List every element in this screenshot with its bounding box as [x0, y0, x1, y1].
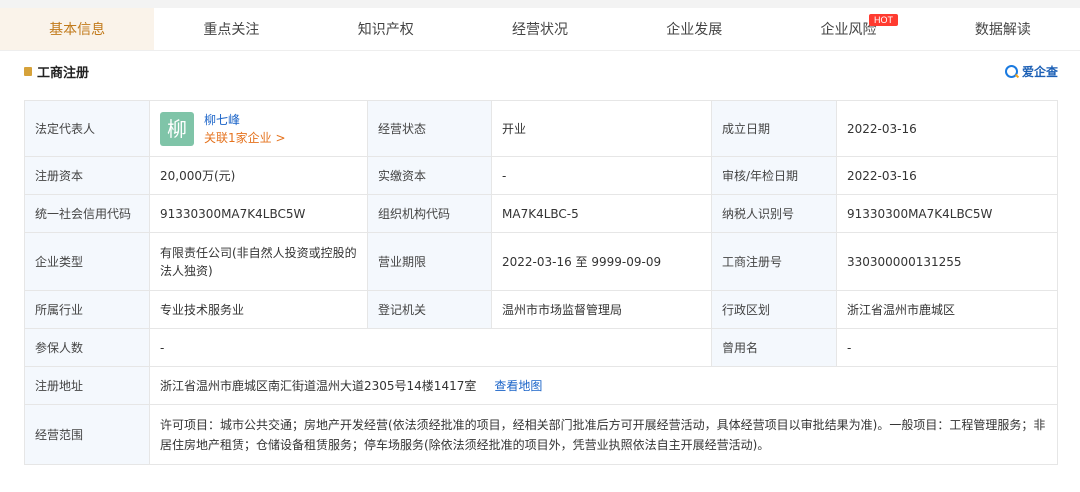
industry-label: 所属行业 [24, 290, 150, 329]
tab-label: 企业发展 [666, 22, 723, 38]
section-title-text: 工商注册 [37, 65, 90, 81]
tab-bar: 基本信息 重点关注 知识产权 经营状况 企业发展 企业风险 HOT 数据解读 [0, 8, 1080, 51]
former-name-label: 曾用名 [711, 328, 837, 367]
address-value: 浙江省温州市鹿城区南汇街道温州大道2305号14楼1417室 [160, 378, 477, 393]
section-header: 工商注册 爱企查 [0, 51, 1080, 91]
brand-text: 爱企查 [1021, 64, 1058, 79]
section-title: 工商注册 [24, 62, 89, 81]
legal-rep-label: 法定代表人 [24, 100, 150, 157]
credit-code-value: 91330300MA7K4LBC5W [149, 194, 368, 233]
tab-risk[interactable]: 企业风险 HOT [771, 8, 925, 50]
reg-no-value: 330300000131255 [836, 232, 1058, 291]
org-code-value: MA7K4LBC-5 [491, 194, 712, 233]
term-label: 营业期限 [367, 232, 492, 291]
top-band [0, 0, 1080, 8]
founded-label: 成立日期 [711, 100, 837, 157]
status-value: 开业 [491, 100, 712, 157]
reg-capital-value: 20,000万(元) [149, 156, 368, 195]
reg-capital-label: 注册资本 [24, 156, 150, 195]
section-marker-icon [24, 66, 32, 76]
table-row: 注册地址 浙江省温州市鹿城区南汇街道温州大道2305号14楼1417室 查看地图 [24, 366, 1058, 405]
founded-value: 2022-03-16 [836, 100, 1058, 157]
table-row: 参保人数 - 曾用名 - [24, 328, 1058, 367]
tab-ip[interactable]: 知识产权 [309, 8, 463, 50]
taxpayer-value: 91330300MA7K4LBC5W [836, 194, 1058, 233]
table-row: 所属行业 专业技术服务业 登记机关 温州市市场监督管理局 行政区划 浙江省温州市… [24, 290, 1058, 329]
legal-rep-name-link[interactable]: 柳七峰 [204, 111, 286, 129]
table-row: 注册资本 20,000万(元) 实缴资本 - 审核/年检日期 2022-03-1… [24, 156, 1058, 195]
tab-label: 知识产权 [357, 22, 414, 38]
district-value: 浙江省温州市鹿城区 [836, 290, 1058, 329]
authority-value: 温州市市场监督管理局 [491, 290, 712, 329]
scope-label: 经营范围 [24, 404, 150, 465]
company-type-label: 企业类型 [24, 232, 150, 291]
reg-no-label: 工商注册号 [711, 232, 837, 291]
tab-label: 基本信息 [49, 22, 106, 38]
org-code-label: 组织机构代码 [367, 194, 492, 233]
related-companies-link[interactable]: 关联1家企业 > [204, 129, 286, 147]
table-row: 统一社会信用代码 91330300MA7K4LBC5W 组织机构代码 MA7K4… [24, 194, 1058, 233]
tab-data-analysis[interactable]: 数据解读 [926, 8, 1080, 50]
authority-label: 登记机关 [367, 290, 492, 329]
legal-rep-cell: 柳 柳七峰 关联1家企业 > [149, 100, 368, 157]
industry-value: 专业技术服务业 [149, 290, 368, 329]
tab-development[interactable]: 企业发展 [617, 8, 771, 50]
company-type-value: 有限责任公司(非自然人投资或控股的法人独资) [149, 232, 368, 291]
tab-label: 重点关注 [203, 22, 260, 38]
registration-table: 法定代表人 柳 柳七峰 关联1家企业 > 经营状态 开业 成立日期 2022-0… [24, 100, 1058, 465]
audit-date-label: 审核/年检日期 [711, 156, 837, 195]
tab-operations[interactable]: 经营状况 [463, 8, 617, 50]
former-name-value: - [836, 328, 1058, 367]
scope-value: 许可项目：城市公共交通；房地产开发经营(依法须经批准的项目，经相关部门批准后方可… [149, 404, 1058, 465]
paid-capital-value: - [491, 156, 712, 195]
tab-label: 数据解读 [974, 22, 1031, 38]
paid-capital-label: 实缴资本 [367, 156, 492, 195]
address-label: 注册地址 [24, 366, 150, 405]
tab-basic-info[interactable]: 基本信息 [0, 8, 155, 50]
table-row: 法定代表人 柳 柳七峰 关联1家企业 > 经营状态 开业 成立日期 2022-0… [24, 100, 1058, 157]
taxpayer-label: 纳税人识别号 [711, 194, 837, 233]
insured-value: - [149, 328, 712, 367]
district-label: 行政区划 [711, 290, 837, 329]
search-logo-icon [1004, 64, 1018, 78]
tab-label: 经营状况 [511, 22, 568, 38]
audit-date-value: 2022-03-16 [836, 156, 1058, 195]
status-label: 经营状态 [367, 100, 492, 157]
credit-code-label: 统一社会信用代码 [24, 194, 150, 233]
term-value: 2022-03-16 至 9999-09-09 [491, 232, 712, 291]
address-cell: 浙江省温州市鹿城区南汇街道温州大道2305号14楼1417室 查看地图 [149, 366, 1058, 405]
insured-label: 参保人数 [24, 328, 150, 367]
aiqicha-logo[interactable]: 爱企查 [1004, 63, 1058, 80]
view-map-link[interactable]: 查看地图 [494, 379, 542, 393]
table-row: 企业类型 有限责任公司(非自然人投资或控股的法人独资) 营业期限 2022-03… [24, 232, 1058, 291]
avatar: 柳 [160, 111, 194, 146]
tab-key-focus[interactable]: 重点关注 [154, 8, 308, 50]
table-row: 经营范围 许可项目：城市公共交通；房地产开发经营(依法须经批准的项目，经相关部门… [24, 404, 1058, 465]
hot-badge: HOT [869, 14, 899, 26]
